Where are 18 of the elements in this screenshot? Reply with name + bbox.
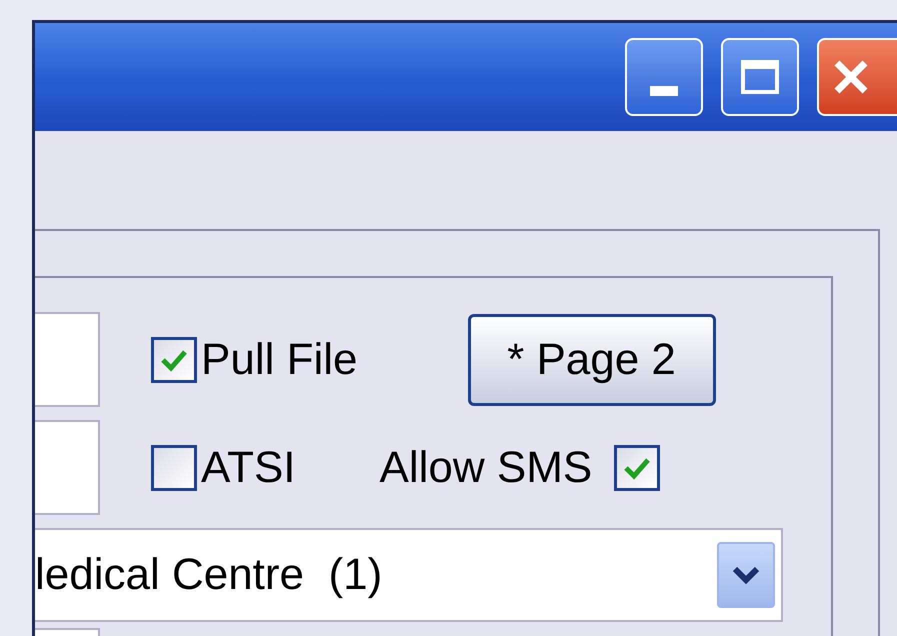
minimize-button[interactable] [625,38,703,116]
check-icon [160,348,188,372]
checkbox-label: ATSI [201,442,296,494]
page-button[interactable]: * Page 2 [468,314,716,406]
maximize-button[interactable] [721,38,799,116]
checkbox[interactable] [151,336,197,382]
chevron-down-icon [731,565,761,585]
dropdown-arrow-button[interactable] [717,542,775,608]
close-button[interactable] [817,38,897,116]
checkbox[interactable] [151,444,197,490]
dropdown-value: ledical Centre (1) [35,549,382,601]
dropdown[interactable]: ledical Centre (1) [35,528,783,622]
text-field[interactable] [35,420,100,515]
check-icon [623,456,652,480]
checkbox-label: Allow SMS [380,442,592,494]
checkbox-label: Pull File [201,334,358,386]
checkbox[interactable] [614,444,660,490]
text-field[interactable] [35,312,100,407]
